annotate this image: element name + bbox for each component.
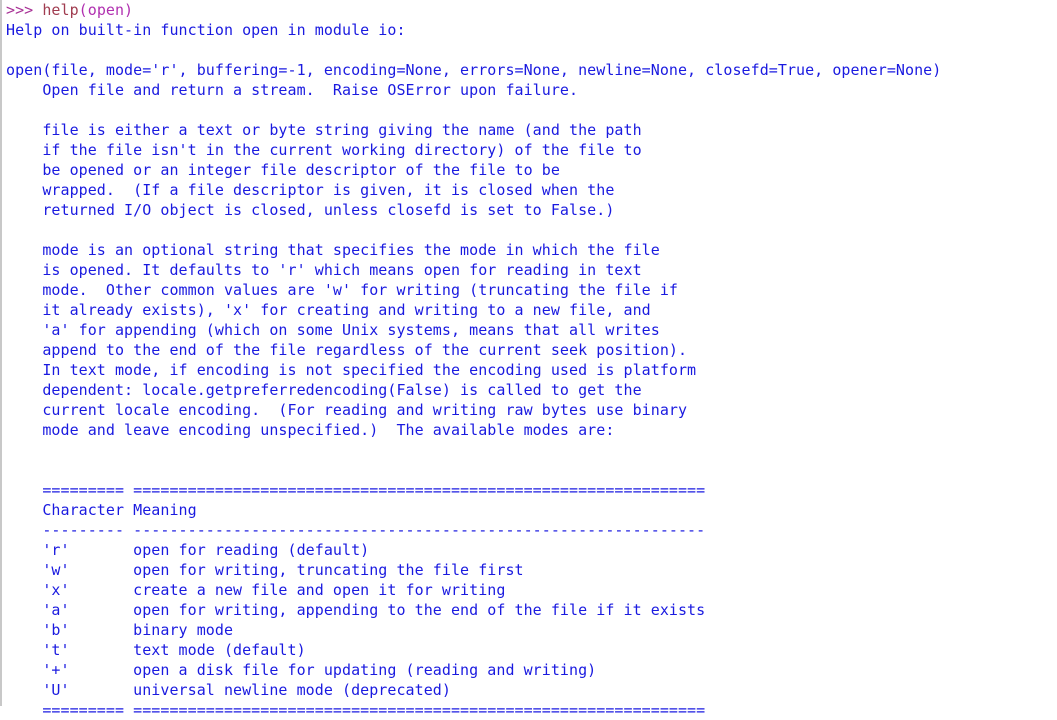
table-row: '+' open a disk file for updating (readi… <box>6 661 597 679</box>
function-summary: Open file and return a stream. Raise OSE… <box>6 81 579 99</box>
table-row: 'r' open for reading (default) <box>6 541 370 559</box>
table-row: 'x' create a new file and open it for wr… <box>6 581 506 599</box>
console-output-area[interactable]: >>> help(open) Help on built-in function… <box>6 0 1056 720</box>
table-row: 'b' binary mode <box>6 621 234 639</box>
doc-mode-line-10: mode and leave encoding unspecified.) Th… <box>6 421 615 439</box>
terminal-window[interactable]: >>> help(open) Help on built-in function… <box>0 0 1057 719</box>
doc-mode-line-4: it already exists), 'x' for creating and… <box>6 301 651 319</box>
doc-mode-line-2: is opened. It defaults to 'r' which mean… <box>6 261 642 279</box>
function-signature: open(file, mode='r', buffering=-1, encod… <box>6 61 942 79</box>
table-rule-middle: --------- ------------------------------… <box>6 521 706 539</box>
command-args: (open) <box>78 1 134 19</box>
table-row: 'w' open for writing, truncating the fil… <box>6 561 524 579</box>
doc-file-line-2: if the file isn't in the current working… <box>6 141 642 159</box>
table-row: 't' text mode (default) <box>6 641 306 659</box>
table-rule-top: ========= ==============================… <box>6 481 706 499</box>
doc-mode-line-6: append to the end of the file regardless… <box>6 341 688 359</box>
doc-mode-line-7: In text mode, if encoding is not specifi… <box>6 361 697 379</box>
table-header-row: Character Meaning <box>6 501 197 519</box>
table-row: 'a' open for writing, appending to the e… <box>6 601 706 619</box>
doc-file-line-3: be opened or an integer file descriptor … <box>6 161 560 179</box>
doc-mode-line-9: current locale encoding. (For reading an… <box>6 401 688 419</box>
doc-mode-line-8: dependent: locale.getpreferredencoding(F… <box>6 381 642 399</box>
repl-prompt-line: >>> help(open) <box>6 0 1056 20</box>
prompt-marker: >>> <box>6 1 43 19</box>
table-row: 'U' universal newline mode (deprecated) <box>6 681 451 699</box>
doc-mode-line-1: mode is an optional string that specifie… <box>6 241 660 259</box>
doc-mode-line-3: mode. Other common values are 'w' for wr… <box>6 281 678 299</box>
table-rule-bottom: ========= ==============================… <box>6 701 706 719</box>
command-name: help <box>42 1 79 19</box>
help-header: Help on built-in function open in module… <box>6 21 406 39</box>
doc-file-line-4: wrapped. (If a file descriptor is given,… <box>6 181 615 199</box>
doc-mode-line-5: 'a' for appending (which on some Unix sy… <box>6 321 660 339</box>
doc-file-line-1: file is either a text or byte string giv… <box>6 121 642 139</box>
doc-file-line-5: returned I/O object is closed, unless cl… <box>6 201 615 219</box>
